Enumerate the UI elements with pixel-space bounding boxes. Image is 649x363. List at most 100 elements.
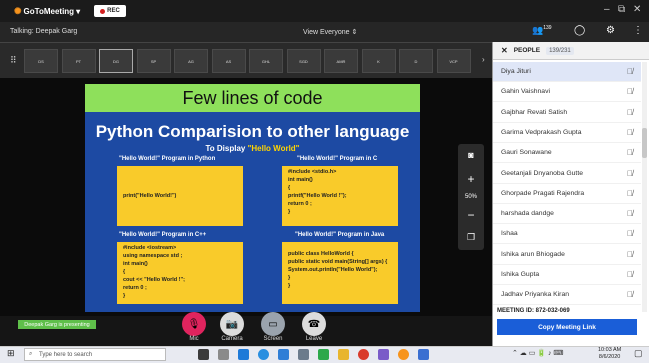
settings-icon[interactable]: ⚙ <box>606 25 615 36</box>
people-list-item[interactable]: harshada dandge 🎙̸ <box>493 204 641 225</box>
system-tray-icons[interactable]: ⌃ ☁ ▭ 🔋 ♪ ⌨ <box>512 349 564 357</box>
code-line: { <box>123 269 126 275</box>
app-icon[interactable] <box>298 349 309 360</box>
mic-muted-icon[interactable]: 🎙̸ <box>627 87 633 96</box>
presenting-banner: Deepak Garg is presenting <box>18 320 96 329</box>
app-icon[interactable] <box>418 349 429 360</box>
people-list-item[interactable]: Ishaa 🎙̸ <box>493 224 641 245</box>
chevron-right-icon[interactable]: › <box>482 55 485 64</box>
app-icon[interactable] <box>218 349 229 360</box>
clock[interactable]: 10:03 AM 8/6/2020 <box>598 347 621 361</box>
mic-muted-icon[interactable]: 🎙̸ <box>627 67 633 76</box>
c-code-box: #include <stdio.h> int main() { printf("… <box>282 166 398 226</box>
recording-badge[interactable]: REC <box>94 5 126 17</box>
people-list-item[interactable]: Geetanjali Dnyanoba Gutte 🎙̸ <box>493 164 641 184</box>
mic-muted-icon[interactable]: 🎙̸ <box>627 270 633 279</box>
python-code-box: print("Hello World!") <box>117 166 243 226</box>
close-button[interactable]: ✕ <box>633 4 641 15</box>
people-list-item[interactable]: Ishika arun Bhiogade 🎙̸ <box>493 245 641 265</box>
more-icon[interactable]: ⋮ <box>633 25 643 36</box>
grip-icon[interactable]: ⠿ <box>10 55 17 66</box>
person-name: Gauri Sonawane <box>501 149 552 157</box>
camera-snapshot-icon[interactable]: ◙ <box>458 150 484 160</box>
store-icon[interactable] <box>238 349 249 360</box>
task-view-icon[interactable] <box>198 349 209 360</box>
person-name: Geetanjali Dnyanoba Gutte <box>501 169 583 177</box>
people-list-item[interactable]: Ghorpade Pragati Rajendra 🎙̸ <box>493 184 641 204</box>
participant-thumbnail[interactable]: DG <box>99 49 133 73</box>
app-menu[interactable]: ✺ GoToMeeting ▾ <box>14 6 80 17</box>
edge-icon[interactable] <box>258 349 269 360</box>
windows-start-icon[interactable]: ⊞ <box>7 348 15 359</box>
people-list-item[interactable]: Gahin Vaishnavi 🎙̸ <box>493 82 641 103</box>
screen-label: Screen <box>263 336 283 342</box>
maximize-button[interactable]: ⧉ <box>618 4 625 15</box>
camera-button[interactable]: 📷 <box>220 312 244 336</box>
people-list-item[interactable]: Diya Jituri 🎙̸ <box>493 62 641 82</box>
mic-muted-icon[interactable]: 🎙̸ <box>627 148 633 157</box>
screen-icon: ▭ <box>268 318 278 330</box>
mic-button[interactable]: 🎙 <box>182 312 206 336</box>
mic-muted-icon[interactable]: 🎙̸ <box>627 229 633 238</box>
participant-thumbnail[interactable]: GHL <box>249 49 283 73</box>
subtitle-highlight: "Hello World" <box>247 144 300 153</box>
people-list-item[interactable]: Gauri Sonawane 🎙̸ <box>493 143 641 164</box>
mic-muted-icon[interactable]: 🎙̸ <box>627 169 633 178</box>
zoom-out-button[interactable]: − <box>458 208 484 222</box>
c-box-label: "Hello World!" Program in C <box>297 156 378 162</box>
participant-thumbnail[interactable]: AG <box>174 49 208 73</box>
view-selector[interactable]: View Everyone ⇕ <box>303 28 357 36</box>
people-list-item[interactable]: Garima Vedprakash Gupta 🎙̸ <box>493 123 641 143</box>
person-name: Ghorpade Pragati Rajendra <box>501 189 585 197</box>
notification-icon[interactable]: ▢ <box>634 348 643 359</box>
explorer-icon[interactable] <box>338 349 349 360</box>
clock-date: 8/6/2020 <box>598 354 621 360</box>
app-icon[interactable] <box>318 349 329 360</box>
participant-thumbnail[interactable]: PT <box>61 49 96 73</box>
people-list-item[interactable]: Ishika Gupta 🎙̸ <box>493 265 641 285</box>
people-list-item[interactable]: Gajbhar Revati Satish 🎙̸ <box>493 103 641 123</box>
fit-screen-icon[interactable]: ❐ <box>458 232 484 243</box>
cpp-code-box: #include <iostream> using namespace std … <box>117 242 243 304</box>
participant-thumbnail[interactable]: VCP <box>436 49 471 73</box>
scrollbar-thumb[interactable] <box>642 128 647 158</box>
camera-label: Camera <box>221 336 243 342</box>
people-list-item[interactable]: Jadhav Priyanka Kiran 🎙̸ <box>493 285 641 306</box>
app-icon[interactable] <box>278 349 289 360</box>
meeting-bar: Talking: Deepak Garg View Everyone ⇕ 👥13… <box>0 22 649 42</box>
app-icon[interactable] <box>378 349 389 360</box>
mic-muted-icon[interactable]: 🎙̸ <box>627 108 633 117</box>
code-line: #include <iostream> <box>123 245 177 251</box>
mic-muted-icon[interactable]: 🎙̸ <box>627 128 633 137</box>
mic-muted-icon[interactable]: 🎙̸ <box>627 189 633 198</box>
chrome-icon[interactable] <box>358 349 369 360</box>
participant-thumbnail[interactable]: AS <box>211 49 246 73</box>
leave-button[interactable]: ☎ <box>302 312 326 336</box>
minimize-button[interactable]: – <box>604 4 610 15</box>
participant-thumbnail[interactable]: AMR <box>324 49 358 73</box>
participant-thumbnail[interactable]: D <box>399 49 433 73</box>
gotomeeting-taskbar-icon[interactable] <box>398 349 409 360</box>
zoom-in-button[interactable]: + <box>458 172 484 186</box>
taskbar-search[interactable]: ⌕ Type here to search <box>24 348 166 361</box>
participant-thumbnail[interactable]: K <box>361 49 396 73</box>
chevron-updown-icon: ⇕ <box>351 29 358 36</box>
chat-icon[interactable]: ◯ <box>574 25 585 36</box>
person-name: Gajbhar Revati Satish <box>501 108 568 116</box>
copy-meeting-link-button[interactable]: Copy Meeting Link <box>497 319 637 335</box>
cpp-box-label: "Hello World!" Program in C++ <box>119 232 207 238</box>
app-name: GoToMeeting <box>23 7 75 16</box>
people-button[interactable]: 👥139 <box>532 25 552 36</box>
participant-thumbnail[interactable]: SGD <box>286 49 321 73</box>
participant-thumbnail[interactable]: SP <box>136 49 171 73</box>
screen-button[interactable]: ▭ <box>261 312 285 336</box>
mic-muted-icon[interactable]: 🎙̸ <box>627 209 633 218</box>
mic-muted-icon[interactable]: 🎙̸ <box>627 250 633 259</box>
code-line: return 0 ; <box>123 285 147 291</box>
close-panel-icon[interactable]: ✕ <box>501 46 508 55</box>
person-name: Garima Vedprakash Gupta <box>501 128 582 136</box>
code-line: int main() <box>123 261 148 267</box>
participant-thumbnail[interactable]: DS <box>24 49 58 73</box>
scrollbar[interactable] <box>642 62 647 312</box>
mic-muted-icon[interactable]: 🎙̸ <box>627 290 633 299</box>
